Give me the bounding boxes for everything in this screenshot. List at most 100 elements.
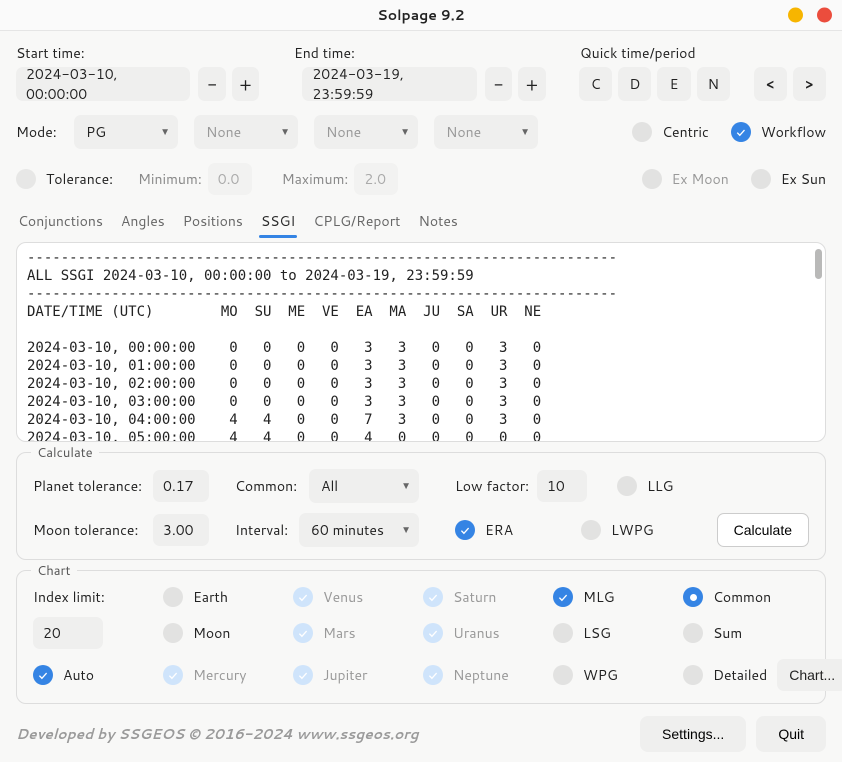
jupiter-label: Jupiter — [323, 665, 368, 685]
end-plus-button[interactable]: + — [518, 67, 545, 101]
ex-sun-label: Ex Sun — [781, 169, 826, 189]
time-row: 2024-03-10, 00:00:00 - + 2024-03-19, 23:… — [16, 67, 826, 101]
moon-tol-label: Moon tolerance: — [33, 520, 153, 540]
start-plus-button[interactable]: + — [232, 67, 259, 101]
close-icon[interactable] — [817, 8, 832, 23]
interval-label: Interval: — [235, 520, 299, 540]
content-area: Start time: End time: Quick time/period … — [0, 31, 842, 762]
tab-conjunctions[interactable]: Conjunctions — [18, 207, 103, 237]
interval-select[interactable]: 60 minutes ▼ — [299, 513, 419, 547]
minimum-input[interactable]: 0.0 — [208, 163, 252, 195]
minimize-icon[interactable] — [788, 8, 803, 23]
moon-radio[interactable]: Moon — [163, 623, 293, 643]
tab-cplg[interactable]: CPLG/Report — [313, 207, 400, 237]
chevron-down-icon: ▼ — [401, 479, 411, 493]
lwpg-label: LWPG — [611, 520, 654, 540]
saturn-label: Saturn — [453, 587, 496, 607]
maximum-input[interactable]: 2.0 — [354, 163, 398, 195]
planet-tol-input[interactable]: 0.17 — [153, 470, 209, 502]
start-time-input[interactable]: 2024-03-10, 00:00:00 — [16, 67, 190, 101]
quick-n-button[interactable]: N — [697, 67, 730, 101]
mode-sub-2-text: None — [326, 122, 390, 142]
lsg-radio[interactable]: LSG — [553, 623, 683, 643]
common-radio[interactable]: Common — [683, 587, 842, 607]
start-minus-button[interactable]: - — [198, 67, 225, 101]
credit-text: Developed by SSGEOS © 2016-2024 www.ssge… — [16, 724, 630, 744]
common-chart-label: Common — [713, 587, 771, 607]
quick-c-button[interactable]: C — [579, 67, 612, 101]
low-factor-label: Low factor: — [455, 476, 537, 496]
planet-tol-label: Planet tolerance: — [33, 476, 153, 496]
lwpg-radio[interactable]: LWPG — [581, 520, 654, 540]
mode-sub-select-1[interactable]: None ▼ — [194, 115, 298, 149]
mode-sub-1-text: None — [206, 122, 270, 142]
era-radio[interactable]: ERA — [455, 520, 537, 540]
output-container: ----------------------------------------… — [16, 242, 826, 442]
chevron-down-icon: ▼ — [520, 125, 530, 139]
tolerance-toggle[interactable] — [16, 169, 36, 189]
chart-legend: Chart — [31, 562, 77, 580]
chevron-down-icon: ▼ — [280, 125, 290, 139]
mars-radio[interactable]: Mars — [293, 623, 423, 643]
ex-moon-label: Ex Moon — [672, 169, 729, 189]
mlg-radio[interactable]: MLG — [553, 587, 683, 607]
end-time-input[interactable]: 2024-03-19, 23:59:59 — [302, 67, 476, 101]
scrollbar-thumb[interactable] — [815, 249, 822, 279]
lsg-label: LSG — [583, 623, 611, 643]
neptune-radio[interactable]: Neptune — [423, 665, 553, 685]
calculate-button[interactable]: Calculate — [717, 513, 809, 547]
mercury-label: Mercury — [193, 665, 247, 685]
wpg-label: WPG — [583, 665, 618, 685]
calculate-panel: Calculate Planet tolerance: 0.17 Common:… — [16, 452, 826, 560]
uranus-radio[interactable]: Uranus — [423, 623, 553, 643]
sum-label: Sum — [713, 623, 742, 643]
workflow-radio[interactable]: Workflow — [731, 122, 826, 142]
app-window: Solpage 9.2 Start time: End time: Quick … — [0, 0, 842, 762]
start-time-label: Start time: — [16, 43, 294, 63]
auto-radio[interactable]: Auto — [33, 665, 163, 685]
earth-radio[interactable]: Earth — [163, 587, 293, 607]
saturn-radio[interactable]: Saturn — [423, 587, 553, 607]
common-select[interactable]: All ▼ — [309, 469, 419, 503]
quick-d-button[interactable]: D — [618, 67, 651, 101]
quick-e-button[interactable]: E — [657, 67, 690, 101]
footer: Developed by SSGEOS © 2016-2024 www.ssge… — [16, 714, 826, 752]
jupiter-radio[interactable]: Jupiter — [293, 665, 423, 685]
index-limit-input[interactable]: 20 — [33, 617, 103, 649]
era-label: ERA — [485, 520, 513, 540]
detailed-radio[interactable]: Detailed — [683, 665, 767, 685]
low-factor-input[interactable]: 10 — [537, 470, 587, 502]
end-minus-button[interactable]: - — [485, 67, 512, 101]
sum-radio[interactable]: Sum — [683, 623, 842, 643]
tab-ssgi[interactable]: SSGI — [261, 207, 295, 237]
prev-period-button[interactable]: < — [754, 67, 787, 101]
mode-sub-select-3[interactable]: None ▼ — [434, 115, 538, 149]
maximum-label: Maximum: — [282, 169, 349, 189]
mode-label: Mode: — [16, 122, 74, 142]
tab-notes[interactable]: Notes — [418, 207, 457, 237]
ex-moon-radio[interactable]: Ex Moon — [642, 169, 729, 189]
mode-select[interactable]: PG ▼ — [74, 115, 178, 149]
index-limit-label: Index limit: — [33, 587, 163, 607]
tab-angles[interactable]: Angles — [121, 207, 165, 237]
mercury-radio[interactable]: Mercury — [163, 665, 293, 685]
wpg-radio[interactable]: WPG — [553, 665, 683, 685]
mode-sub-select-2[interactable]: None ▼ — [314, 115, 418, 149]
output-text[interactable]: ----------------------------------------… — [17, 243, 825, 441]
next-period-button[interactable]: > — [793, 67, 826, 101]
llg-radio[interactable]: LLG — [617, 476, 673, 496]
mlg-label: MLG — [583, 587, 615, 607]
centric-radio[interactable]: Centric — [632, 122, 709, 142]
quit-button[interactable]: Quit — [756, 716, 826, 752]
llg-label: LLG — [647, 476, 673, 496]
tab-bar: Conjunctions Angles Positions SSGI CPLG/… — [16, 207, 826, 238]
ex-sun-radio[interactable]: Ex Sun — [751, 169, 826, 189]
moon-tol-input[interactable]: 3.00 — [153, 514, 209, 546]
quick-time-label: Quick time/period — [580, 43, 826, 63]
tolerance-row: Tolerance: Minimum: 0.0 Maximum: 2.0 Ex … — [16, 163, 826, 195]
tab-positions[interactable]: Positions — [183, 207, 243, 237]
settings-button[interactable]: Settings... — [640, 716, 746, 752]
venus-radio[interactable]: Venus — [293, 587, 423, 607]
mode-sub-3-text: None — [446, 122, 510, 142]
chart-button[interactable]: Chart... — [777, 659, 842, 691]
